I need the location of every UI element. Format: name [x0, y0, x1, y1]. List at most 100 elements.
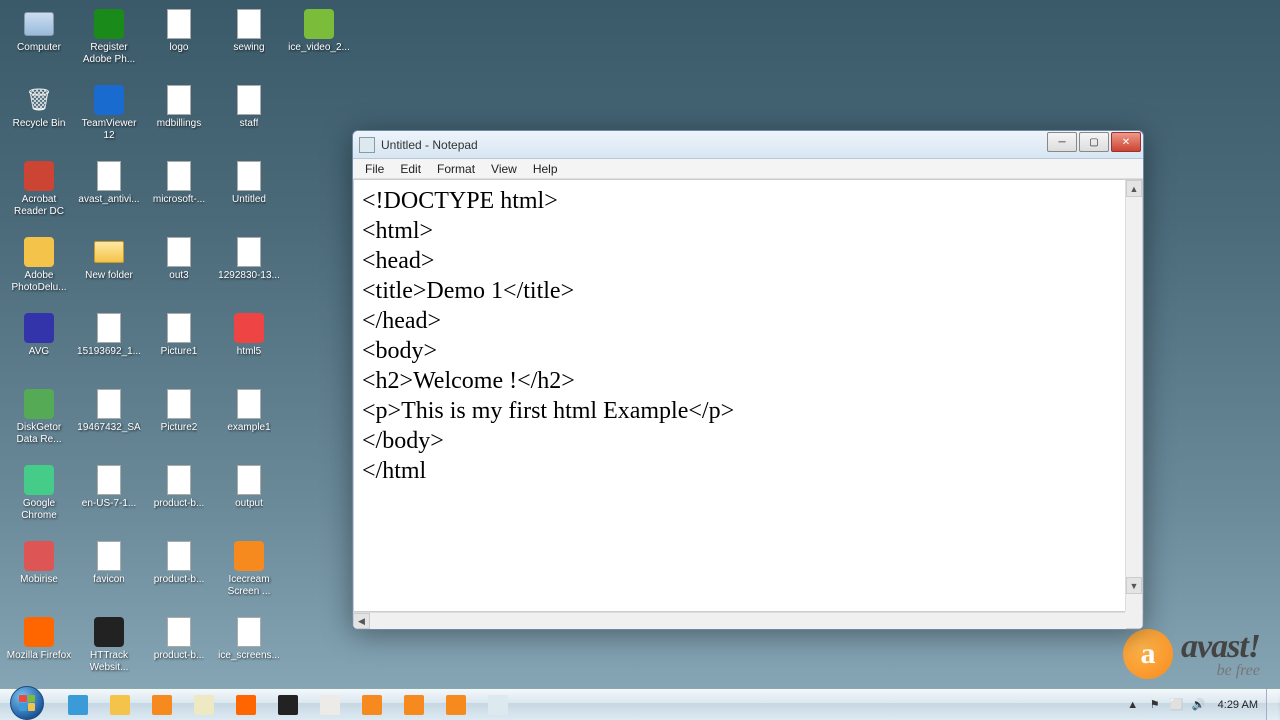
file-icon [163, 540, 195, 572]
desktop-icon[interactable]: New folder [74, 232, 144, 308]
desktop-icon[interactable]: Acrobat Reader DC [4, 156, 74, 232]
desktop-icon[interactable]: 🗑Recycle Bin [4, 80, 74, 156]
wmp-icon [152, 695, 172, 715]
taskbar-item-rec[interactable] [394, 692, 434, 718]
menu-format[interactable]: Format [429, 160, 483, 178]
windows-logo-icon [10, 686, 44, 720]
menu-file[interactable]: File [357, 160, 392, 178]
desktop-icon[interactable]: product-b... [144, 612, 214, 688]
desktop-icon[interactable]: Icecream Screen ... [214, 536, 284, 612]
desktop-icon[interactable]: TeamViewer 12 [74, 80, 144, 156]
file-icon [93, 312, 125, 344]
menu-view[interactable]: View [483, 160, 525, 178]
maximize-button[interactable]: ▢ [1079, 132, 1109, 152]
tray-volume-icon[interactable]: 🔊 [1190, 696, 1208, 714]
taskbar-item-xampp[interactable] [352, 692, 392, 718]
close-button[interactable]: ✕ [1111, 132, 1141, 152]
desktop-icon-label: product-b... [154, 498, 205, 510]
app-icon [233, 540, 265, 572]
desktop-icon[interactable]: Register Adobe Ph... [74, 4, 144, 80]
desktop-icon[interactable]: AVG [4, 308, 74, 384]
avast-watermark: avast! be free [1123, 628, 1260, 680]
desktop-icon[interactable]: 19467432_SA [74, 384, 144, 460]
desktop-icon[interactable]: Mozilla Firefox [4, 612, 74, 688]
vertical-scrollbar[interactable]: ▲ ▼ [1125, 180, 1142, 611]
taskbar-item-firefox[interactable] [226, 692, 266, 718]
tray-flag-icon[interactable]: ⚑ [1146, 696, 1164, 714]
desktop-icon[interactable]: product-b... [144, 460, 214, 536]
notepad-icon [488, 695, 508, 715]
minimize-button[interactable]: ─ [1047, 132, 1077, 152]
desktop-icon[interactable]: Picture2 [144, 384, 214, 460]
app-icon [23, 388, 55, 420]
desktop-icon-label: Register Adobe Ph... [76, 42, 142, 66]
desktop-icon[interactable]: Picture1 [144, 308, 214, 384]
taskbar-item-app[interactable] [436, 692, 476, 718]
desktop-icon[interactable]: microsoft-... [144, 156, 214, 232]
scroll-up-button[interactable]: ▲ [1126, 180, 1142, 197]
desktop-icon[interactable]: staff [214, 80, 284, 156]
menu-edit[interactable]: Edit [392, 160, 429, 178]
taskbar-item-wmp[interactable] [142, 692, 182, 718]
window-title: Untitled - Notepad [381, 138, 478, 152]
desktop-icon[interactable]: output [214, 460, 284, 536]
file-icon [233, 464, 265, 496]
desktop-icon[interactable]: Untitled [214, 156, 284, 232]
file-icon [163, 312, 195, 344]
folder-icon [93, 236, 125, 268]
app-icon [23, 160, 55, 192]
show-desktop-button[interactable] [1266, 689, 1278, 720]
desktop-icon-label: 19467432_SA [77, 422, 140, 434]
desktop-icon[interactable]: Mobirise [4, 536, 74, 612]
editor-textarea[interactable]: <!DOCTYPE html> <html> <head> <title>Dem… [354, 180, 1125, 611]
taskbar-clock[interactable]: 4:29 AM [1210, 699, 1266, 711]
desktop-icon[interactable]: Google Chrome [4, 460, 74, 536]
desktop-icon[interactable]: sewing [214, 4, 284, 80]
desktop-icon[interactable]: DiskGetor Data Re... [4, 384, 74, 460]
desktop-icon[interactable]: product-b... [144, 536, 214, 612]
tray-up-icon[interactable]: ▲ [1124, 696, 1142, 714]
desktop-icon[interactable]: example1 [214, 384, 284, 460]
desktop-icon[interactable]: Adobe PhotoDelu... [4, 232, 74, 308]
titlebar[interactable]: Untitled - Notepad ─ ▢ ✕ [353, 131, 1143, 159]
file-icon [233, 8, 265, 40]
resize-grip[interactable] [1125, 611, 1142, 628]
desktop-icon-label: Icecream Screen ... [216, 574, 282, 598]
desktop-icon[interactable]: Computer [4, 4, 74, 80]
desktop-icon[interactable]: avast_antivi... [74, 156, 144, 232]
desktop-icon[interactable]: mdbillings [144, 80, 214, 156]
desktop-icon-label: Computer [17, 42, 61, 54]
scroll-down-button[interactable]: ▼ [1126, 577, 1142, 594]
firefox-icon [236, 695, 256, 715]
desktop-icon[interactable]: 15193692_1... [74, 308, 144, 384]
desktop-icon[interactable]: 1292830-13... [214, 232, 284, 308]
notepad-window[interactable]: Untitled - Notepad ─ ▢ ✕ FileEditFormatV… [352, 130, 1144, 630]
taskbar-item-ie[interactable] [58, 692, 98, 718]
desktop-icon[interactable]: en-US-7-1... [74, 460, 144, 536]
notepad-icon [359, 137, 375, 153]
desktop-icon[interactable]: HTTrack Websit... [74, 612, 144, 688]
desktop-icon-label: html5 [237, 346, 261, 358]
menu-help[interactable]: Help [525, 160, 566, 178]
system-tray: ▲ ⚑ ⬜ 🔊 4:29 AM [1122, 689, 1280, 720]
taskbar-item-cmd[interactable] [268, 692, 308, 718]
desktop-icon[interactable]: out3 [144, 232, 214, 308]
start-button[interactable] [0, 689, 54, 720]
taskbar-item-notes[interactable] [184, 692, 224, 718]
desktop-icon[interactable]: html5 [214, 308, 284, 384]
tray-network-icon[interactable]: ⬜ [1168, 696, 1186, 714]
desktop-icon[interactable]: logo [144, 4, 214, 80]
avast-tagline: be free [1181, 662, 1260, 680]
desktop-icon[interactable]: ice_screens... [214, 612, 284, 688]
file-icon [163, 236, 195, 268]
app-icon [446, 695, 466, 715]
horizontal-scrollbar[interactable]: ◀ ▶ [353, 612, 1143, 629]
desktop-icon[interactable]: ice_video_2... [284, 4, 354, 80]
desktop[interactable]: ComputerRegister Adobe Ph...logosewingic… [0, 0, 1280, 720]
taskbar-item-explorer[interactable] [100, 692, 140, 718]
desktop-icon[interactable]: favicon [74, 536, 144, 612]
taskbar-item-chrome[interactable] [310, 692, 350, 718]
taskbar-item-notepad[interactable] [478, 692, 518, 718]
desktop-icon-label: Recycle Bin [13, 118, 66, 130]
scroll-left-button[interactable]: ◀ [353, 613, 370, 629]
